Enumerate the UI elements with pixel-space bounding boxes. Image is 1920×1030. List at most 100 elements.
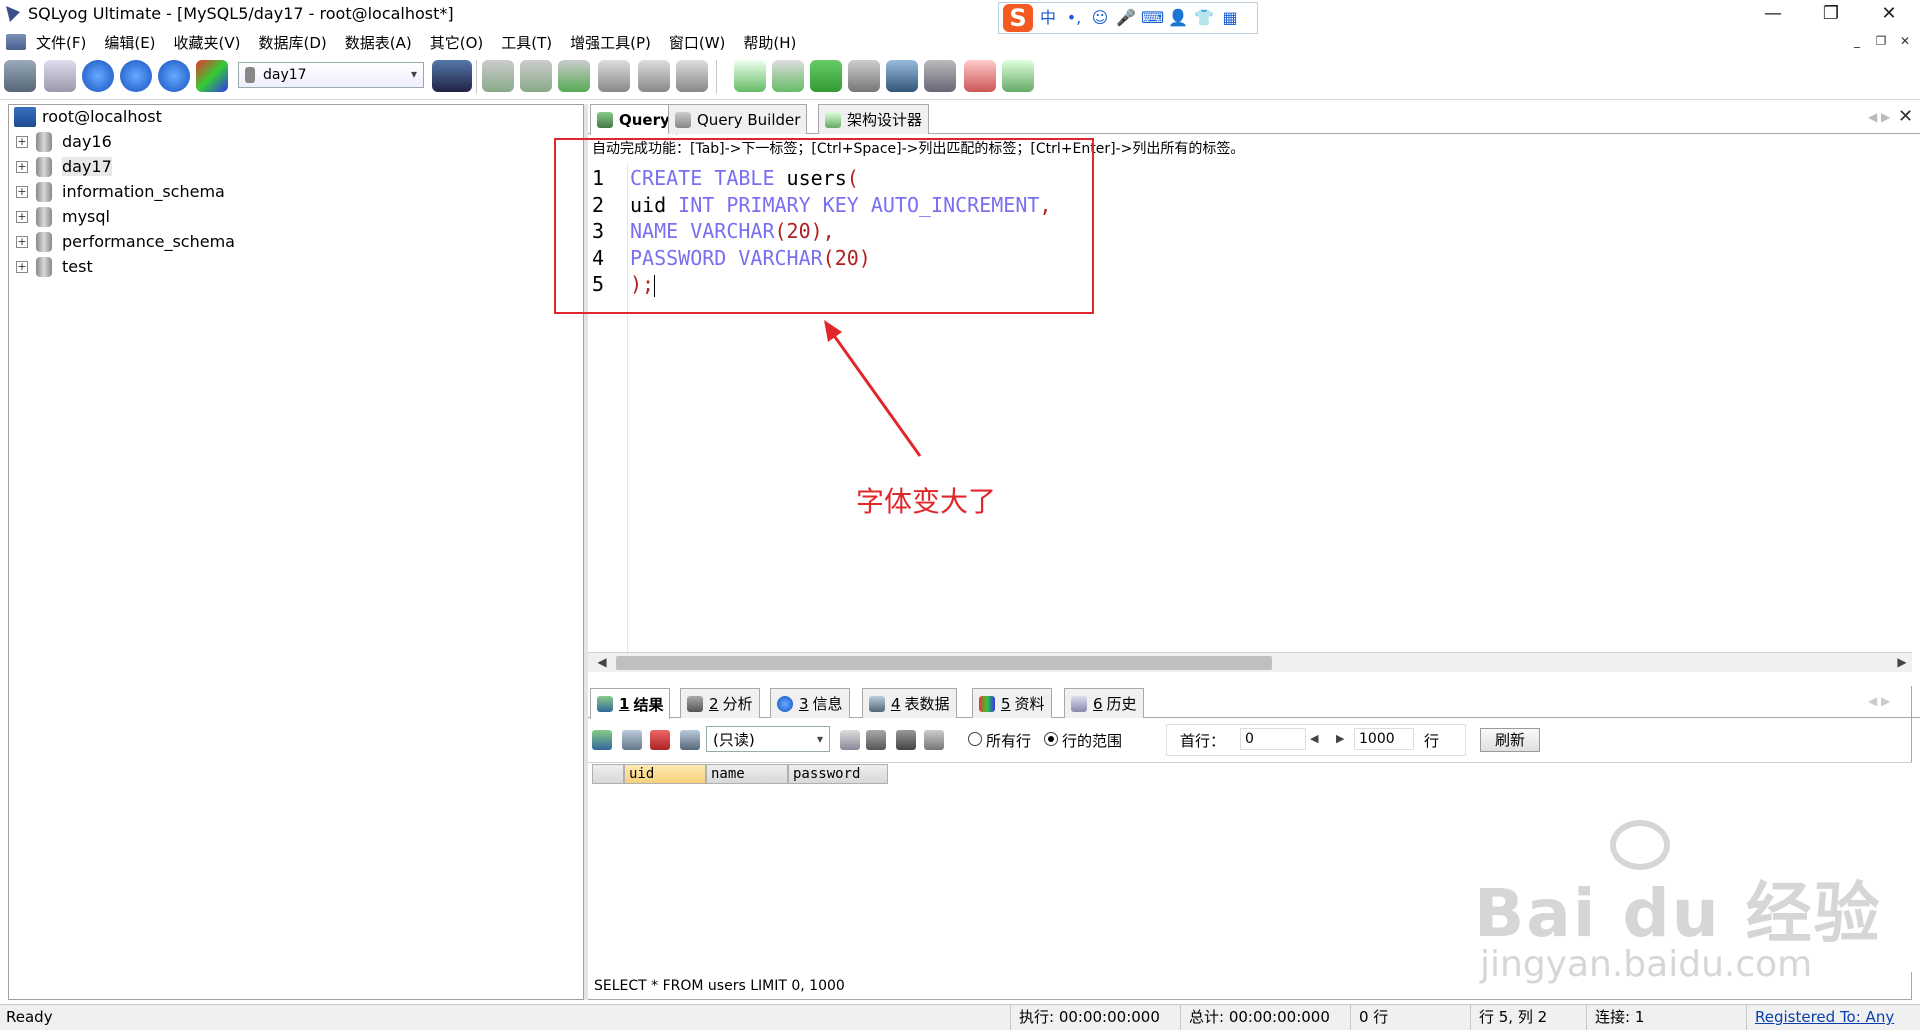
grid-column-password[interactable]: password [788, 764, 888, 784]
tab-table-data[interactable]: 4 表数据 [862, 688, 957, 718]
expand-icon[interactable]: + [16, 210, 28, 223]
create-database-icon[interactable] [482, 60, 514, 92]
ime-keyboard-icon[interactable]: ⌨ [1141, 7, 1164, 29]
result-mode-select[interactable]: (只读) ▾ [706, 726, 830, 752]
tree-item-day16[interactable]: + day16 [16, 129, 112, 154]
grid-row-header[interactable] [592, 764, 624, 784]
expand-icon[interactable]: + [16, 235, 28, 248]
menu-window[interactable]: 窗口(W) [669, 32, 726, 53]
scrollbar-thumb[interactable] [616, 656, 1272, 670]
tab-query-builder[interactable]: Query Builder [668, 104, 808, 134]
menu-favorites[interactable]: 收藏夹(V) [174, 32, 241, 53]
expand-icon[interactable]: + [16, 185, 28, 198]
tab-messages[interactable]: 3 信息 [770, 688, 850, 718]
tree-item-information-schema[interactable]: + information_schema [16, 179, 225, 204]
create-table-icon[interactable] [520, 60, 552, 92]
ime-user-icon[interactable]: 👤 [1167, 7, 1189, 29]
status-registered[interactable]: Registered To: Any [1746, 1004, 1918, 1030]
expand-icon[interactable]: + [16, 160, 28, 173]
tab-info[interactable]: 5 资料 [972, 688, 1052, 718]
menu-power-tools[interactable]: 增强工具(P) [570, 32, 651, 53]
restore-button[interactable]: ❐ [1802, 0, 1860, 30]
tree-root[interactable]: root@localhost [14, 104, 162, 129]
menu-tools[interactable]: 工具(T) [501, 32, 552, 53]
user-manager-icon[interactable] [432, 60, 472, 92]
backup-icon[interactable] [558, 60, 590, 92]
trash-icon[interactable] [896, 730, 916, 750]
server-icon [14, 106, 36, 127]
tree-item-mysql[interactable]: + mysql [16, 204, 110, 229]
new-connection-icon[interactable] [4, 60, 36, 92]
mdi-close-button[interactable]: ✕ [1894, 32, 1916, 50]
close-button[interactable]: ✕ [1860, 0, 1918, 30]
export-icon[interactable] [592, 730, 612, 750]
import-export-icon[interactable] [810, 60, 842, 92]
tree-item-test[interactable]: + test [16, 254, 93, 279]
execute-query-icon[interactable] [82, 60, 114, 92]
menu-table[interactable]: 数据表(A) [345, 32, 412, 53]
form-view-icon[interactable] [680, 730, 700, 750]
save-changes-icon[interactable] [840, 730, 860, 750]
cancel-changes-icon[interactable] [866, 730, 886, 750]
menu-database[interactable]: 数据库(D) [259, 32, 327, 53]
ime-punctuation-icon[interactable]: •, [1063, 7, 1085, 29]
row-count-input[interactable]: 1000 [1354, 728, 1414, 750]
grid-column-uid[interactable]: uid [624, 764, 706, 784]
menu-edit[interactable]: 编辑(E) [104, 32, 155, 53]
refresh-objects-icon[interactable] [196, 60, 228, 92]
sogou-logo-icon[interactable]: S [1003, 4, 1033, 32]
expand-icon[interactable]: + [16, 135, 28, 148]
ime-skin-icon[interactable]: 👕 [1193, 7, 1215, 29]
scheduled-job-icon[interactable] [848, 60, 880, 92]
registered-link[interactable]: Registered To: Any [1755, 1008, 1894, 1026]
prev-page-icon[interactable]: ◀ [1310, 732, 1318, 745]
tree-item-day17[interactable]: + day17 [16, 154, 112, 179]
first-row-input[interactable]: 0 [1240, 728, 1306, 750]
execute-all-icon[interactable] [120, 60, 152, 92]
filter-icon[interactable] [924, 730, 944, 750]
close-tab-icon[interactable]: ✕ [1898, 106, 1913, 127]
ime-toolbox-icon[interactable]: ▦ [1219, 7, 1241, 29]
menu-help[interactable]: 帮助(H) [743, 32, 796, 53]
next-page-icon[interactable]: ▶ [1336, 732, 1344, 745]
tab-history[interactable]: 6 历史 [1064, 688, 1144, 718]
document-window-icon[interactable] [6, 34, 26, 50]
ime-chinese-mode[interactable]: 中 [1037, 7, 1059, 29]
notification-icon[interactable] [886, 60, 918, 92]
scroll-right-icon[interactable]: ▶ [1892, 652, 1912, 672]
tab-result[interactable]: 1 结果 [590, 688, 671, 719]
table-props-icon[interactable] [676, 60, 708, 92]
ime-voice-icon[interactable]: 🎤 [1115, 7, 1137, 29]
monitor-icon[interactable] [924, 60, 956, 92]
radio-row-range[interactable] [1044, 732, 1058, 746]
data-sync-icon[interactable] [772, 60, 804, 92]
ime-emoji-icon[interactable]: ☺ [1089, 7, 1111, 29]
result-tab-scroll-arrows[interactable]: ◀ ▶ [1868, 694, 1890, 708]
database-select[interactable]: day17 ▾ [238, 62, 424, 88]
grid-column-name[interactable]: name [706, 764, 788, 784]
tab-query[interactable]: Query [590, 104, 677, 135]
tree-item-performance-schema[interactable]: + performance_schema [16, 229, 235, 254]
mdi-minimize-button[interactable]: _ [1846, 32, 1868, 50]
mdi-restore-button[interactable]: ❐ [1870, 32, 1892, 50]
report-icon[interactable] [964, 60, 996, 92]
tab-schema-designer[interactable]: 架构设计器 [818, 104, 930, 134]
menu-others[interactable]: 其它(O) [430, 32, 484, 53]
scroll-left-icon[interactable]: ◀ [592, 652, 612, 672]
minimize-button[interactable]: — [1744, 0, 1802, 30]
table-data-icon[interactable] [638, 60, 670, 92]
schema-sync-icon[interactable] [734, 60, 766, 92]
table-grid-icon[interactable] [598, 60, 630, 92]
expand-icon[interactable]: + [16, 260, 28, 273]
copy-icon[interactable] [622, 730, 642, 750]
delete-rows-icon[interactable] [650, 730, 670, 750]
radio-all-rows[interactable] [968, 732, 982, 746]
tab-label: 架构设计器 [847, 111, 923, 129]
reconnect-icon[interactable] [44, 60, 76, 92]
tab-scroll-arrows[interactable]: ◀ ▶ [1868, 110, 1890, 124]
schema-designer-icon[interactable] [1002, 60, 1034, 92]
refresh-button[interactable]: 刷新 [1480, 728, 1540, 752]
tab-profiler[interactable]: 2 分析 [680, 688, 760, 718]
menu-file[interactable]: 文件(F) [36, 32, 86, 53]
execute-edit-icon[interactable] [158, 60, 190, 92]
